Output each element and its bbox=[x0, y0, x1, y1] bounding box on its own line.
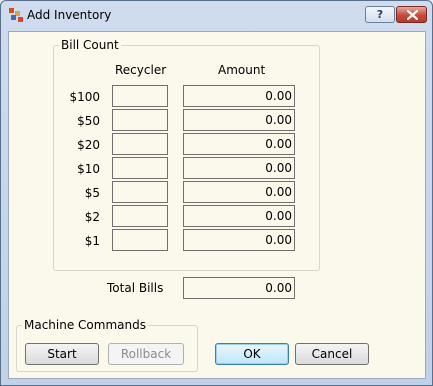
amount-field-1[interactable]: 0.00 bbox=[183, 229, 295, 251]
add-inventory-window: Add Inventory ? Bill Count Recycler Amou… bbox=[0, 0, 433, 386]
denom-label-100: $100 bbox=[69, 90, 100, 104]
recycler-field-20[interactable] bbox=[112, 133, 168, 155]
recycler-column-header: Recycler bbox=[115, 63, 167, 77]
recycler-field-100[interactable] bbox=[112, 85, 168, 107]
bill-count-legend: Bill Count bbox=[59, 38, 121, 52]
total-bills-field: 0.00 bbox=[183, 277, 295, 299]
denom-label-5: $5 bbox=[84, 186, 100, 200]
dialog-client-area: Bill Count Recycler Amount $100 0.00 $50… bbox=[8, 31, 426, 379]
amount-column-header: Amount bbox=[218, 63, 266, 77]
app-icon bbox=[8, 7, 24, 23]
recycler-field-10[interactable] bbox=[112, 157, 168, 179]
rollback-button[interactable]: Rollback bbox=[108, 343, 184, 365]
start-button[interactable]: Start bbox=[25, 343, 99, 365]
amount-field-5[interactable]: 0.00 bbox=[183, 181, 295, 203]
amount-field-100[interactable]: 0.00 bbox=[183, 85, 295, 107]
window-title: Add Inventory bbox=[27, 8, 112, 22]
total-bills-label: Total Bills bbox=[107, 281, 164, 295]
denom-label-50: $50 bbox=[77, 114, 100, 128]
denom-label-20: $20 bbox=[77, 138, 100, 152]
close-icon bbox=[407, 10, 418, 20]
denom-label-1: $1 bbox=[84, 234, 100, 248]
amount-field-10[interactable]: 0.00 bbox=[183, 157, 295, 179]
help-button[interactable]: ? bbox=[365, 6, 395, 23]
recycler-field-1[interactable] bbox=[112, 229, 168, 251]
amount-field-50[interactable]: 0.00 bbox=[183, 109, 295, 131]
title-bar[interactable]: Add Inventory ? bbox=[1, 1, 432, 31]
amount-field-2[interactable]: 0.00 bbox=[183, 205, 295, 227]
close-button[interactable] bbox=[396, 6, 427, 23]
recycler-field-5[interactable] bbox=[112, 181, 168, 203]
machine-commands-legend: Machine Commands bbox=[22, 318, 148, 332]
denom-label-10: $10 bbox=[77, 162, 100, 176]
recycler-field-50[interactable] bbox=[112, 109, 168, 131]
cancel-button[interactable]: Cancel bbox=[295, 343, 369, 365]
denom-label-2: $2 bbox=[84, 210, 100, 224]
recycler-field-2[interactable] bbox=[112, 205, 168, 227]
ok-button[interactable]: OK bbox=[215, 343, 289, 365]
amount-field-20[interactable]: 0.00 bbox=[183, 133, 295, 155]
